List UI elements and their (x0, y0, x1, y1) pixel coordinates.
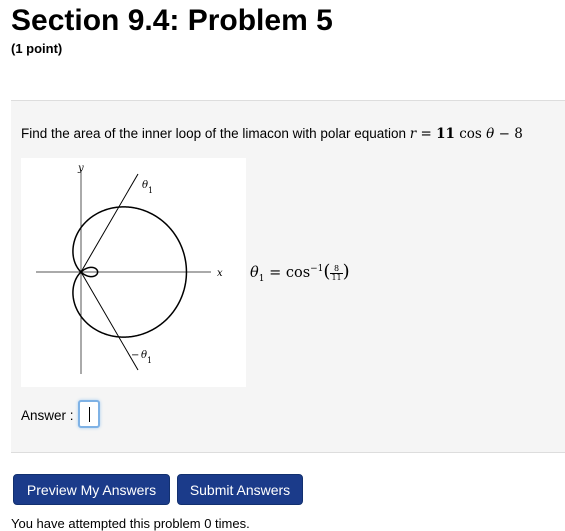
problem-box: Find the area of the inner loop of the l… (11, 100, 565, 453)
answer-input[interactable] (78, 400, 100, 428)
svg-text:1: 1 (147, 356, 152, 365)
y-axis-label: y (77, 163, 84, 174)
question-prompt: Find the area of the inner loop of the l… (21, 126, 406, 141)
limacon-graph: y x θ 1 − θ 1 (36, 163, 223, 374)
svg-text:1: 1 (148, 186, 153, 195)
limacon-figure: y x θ 1 − θ 1 (21, 158, 246, 387)
polar-equation: r = 11 cos θ − 8 (409, 126, 523, 142)
theta1-ray-upper (80, 173, 139, 273)
points-label: (1 point) (11, 41, 63, 56)
attempts-status: You have attempted this problem 0 times. (11, 516, 250, 531)
fraction: 8 11 (330, 263, 343, 282)
answer-label: Answer : (21, 408, 74, 423)
text-caret (89, 407, 90, 422)
preview-answers-button[interactable]: Preview My Answers (13, 474, 170, 505)
theta1-upper-label: θ 1 (142, 180, 153, 195)
page-title: Section 9.4: Problem 5 (11, 4, 333, 37)
theta1-ray-lower (80, 271, 139, 371)
svg-text:−: − (131, 350, 139, 361)
question-text: Find the area of the inner loop of the l… (21, 126, 523, 142)
theta1-formula: θ1 = cos−1(8 11) (250, 261, 350, 284)
x-axis-label: x (217, 268, 223, 279)
submit-answers-button[interactable]: Submit Answers (177, 474, 303, 505)
